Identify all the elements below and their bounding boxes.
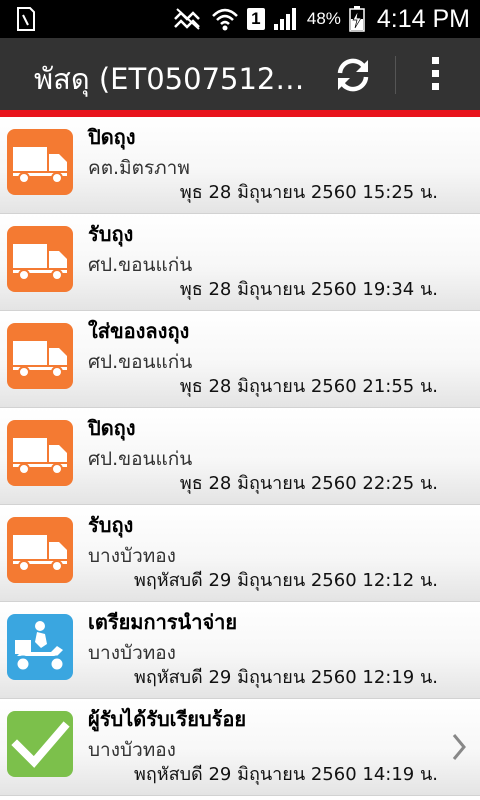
battery-charging-icon xyxy=(349,6,365,32)
clock: 4:14 PM xyxy=(376,4,470,33)
event-datetime: พฤหัสบดี 29 มิถุนายน 2560 14:19 น. xyxy=(134,764,438,785)
event-status: เตรียมการนำจ่าย xyxy=(88,610,238,634)
truck-icon xyxy=(7,420,73,486)
overflow-menu-button[interactable] xyxy=(420,54,452,94)
event-datetime: พุธ 28 มิถุนายน 2560 19:34 น. xyxy=(179,279,438,300)
appbar-divider xyxy=(395,56,396,94)
list-item[interactable]: ปิดถุง คต.มิตรภาพ พุธ 28 มิถุนายน 2560 1… xyxy=(0,117,480,214)
event-status: ปิดถุง xyxy=(88,125,136,149)
page-title: พัสดุ (ET0507512… xyxy=(34,62,305,96)
list-item[interactable]: เตรียมการนำจ่าย บางบัวทอง พฤหัสบดี 29 มิ… xyxy=(0,602,480,699)
motorbike-delivery-icon xyxy=(7,614,73,680)
chevron-right-icon xyxy=(452,734,466,760)
event-location: ศป.ขอนแก่น xyxy=(88,448,193,470)
status-icons: 1 48% 4:14 PM xyxy=(173,0,470,38)
truck-icon xyxy=(7,226,73,292)
list-item[interactable]: รับถุง บางบัวทอง พฤหัสบดี 29 มิถุนายน 25… xyxy=(0,505,480,602)
event-location: ศป.ขอนแก่น xyxy=(88,254,193,276)
status-bar: 1 48% 4:14 PM xyxy=(0,0,480,38)
battery-percent: 48% xyxy=(306,9,341,28)
list-item[interactable]: ผู้รับได้รับเรียบร้อย บางบัวทอง พฤหัสบดี… xyxy=(0,699,480,796)
event-status: รับถุง xyxy=(88,222,134,246)
event-status: ปิดถุง xyxy=(88,416,136,440)
event-status: ผู้รับได้รับเรียบร้อย xyxy=(88,707,247,731)
checkmark-icon xyxy=(7,711,73,777)
event-status: ใส่ของลงถุง xyxy=(88,319,190,343)
mute-icon xyxy=(173,8,200,30)
event-datetime: พฤหัสบดี 29 มิถุนายน 2560 12:19 น. xyxy=(134,667,438,688)
event-datetime: พุธ 28 มิถุนายน 2560 15:25 น. xyxy=(179,182,438,203)
list-item[interactable]: ปิดถุง ศป.ขอนแก่น พุธ 28 มิถุนายน 2560 2… xyxy=(0,408,480,505)
refresh-button[interactable] xyxy=(334,56,372,94)
truck-icon xyxy=(7,129,73,195)
signal-icon xyxy=(273,8,296,30)
more-vertical-icon xyxy=(432,57,439,90)
event-location: ศป.ขอนแก่น xyxy=(88,351,193,373)
sim-slot-badge: 1 xyxy=(246,8,265,30)
wifi-icon xyxy=(211,8,238,31)
tracking-event-list: ปิดถุง คต.มิตรภาพ พุธ 28 มิถุนายน 2560 1… xyxy=(0,117,480,796)
event-datetime: พฤหัสบดี 29 มิถุนายน 2560 12:12 น. xyxy=(134,570,438,591)
app-bar: พัสดุ (ET0507512… xyxy=(0,38,480,110)
event-location: คต.มิตรภาพ xyxy=(88,157,190,179)
truck-icon xyxy=(7,323,73,389)
truck-icon xyxy=(7,517,73,583)
event-datetime: พุธ 28 มิถุนายน 2560 22:25 น. xyxy=(179,473,438,494)
sim-card-icon xyxy=(16,7,36,35)
accent-line xyxy=(0,110,480,117)
list-item[interactable]: ใส่ของลงถุง ศป.ขอนแก่น พุธ 28 มิถุนายน 2… xyxy=(0,311,480,408)
refresh-icon xyxy=(337,58,369,92)
event-datetime: พุธ 28 มิถุนายน 2560 21:55 น. xyxy=(179,376,438,397)
list-item[interactable]: รับถุง ศป.ขอนแก่น พุธ 28 มิถุนายน 2560 1… xyxy=(0,214,480,311)
event-status: รับถุง xyxy=(88,513,134,537)
